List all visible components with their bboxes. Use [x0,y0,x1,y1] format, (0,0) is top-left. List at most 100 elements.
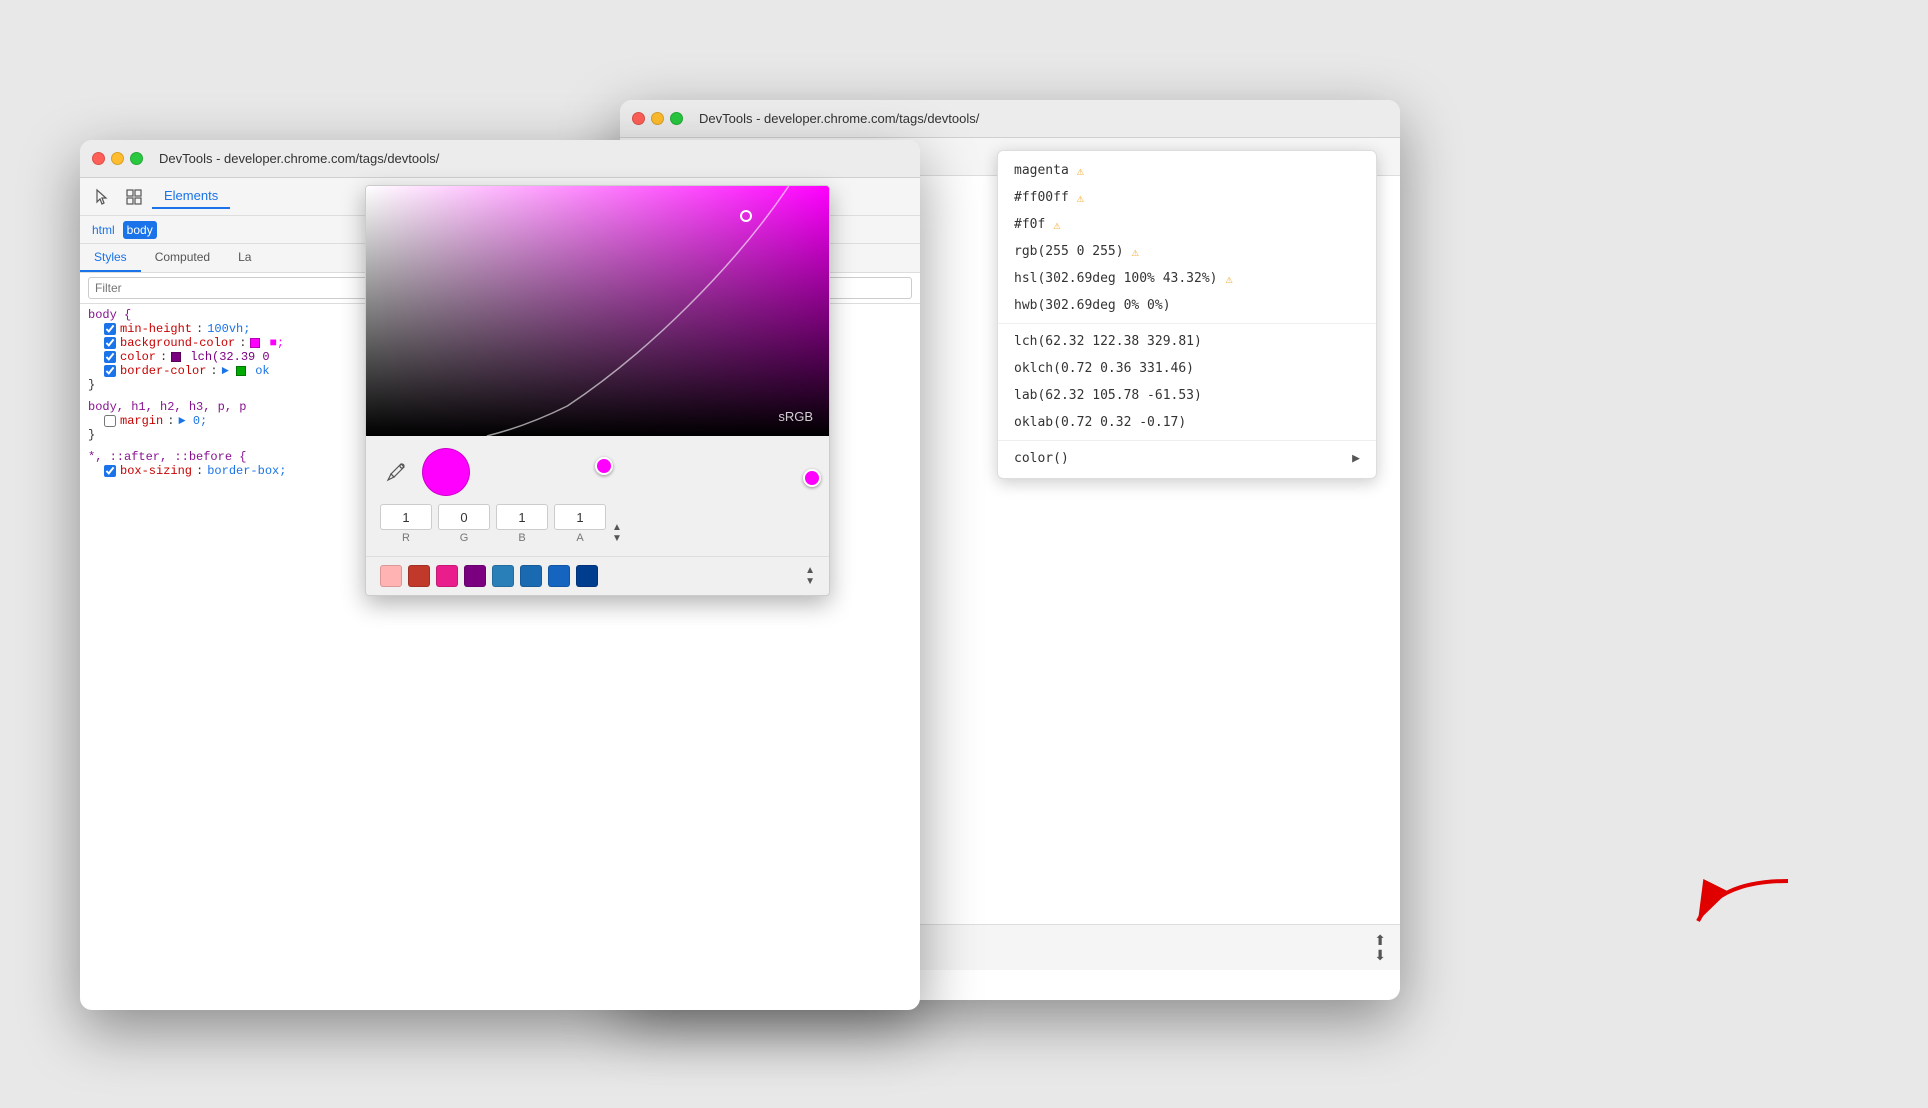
prop-name-color: color [120,350,156,364]
checkbox-box-sizing[interactable] [104,465,116,477]
format-label-lab: lab(62.32 105.78 -61.53) [1014,388,1202,403]
swatch-8[interactable] [576,565,598,587]
color-spectrum[interactable]: sRGB [366,186,829,436]
format-label-lch: lch(62.32 122.38 329.81) [1014,334,1202,349]
format-item-ff00ff[interactable]: #ff00ff ⚠ [998,184,1376,211]
window-title-back: DevTools - developer.chrome.com/tags/dev… [699,111,979,126]
format-item-f0f[interactable]: #f0f ⚠ [998,211,1376,238]
color-swatch-bg[interactable] [250,338,260,348]
traffic-lights-back[interactable] [632,112,683,125]
breadcrumb-html[interactable]: html [88,221,119,239]
format-label-oklch: oklch(0.72 0.36 331.46) [1014,361,1194,376]
maximize-button-back[interactable] [670,112,683,125]
tab-styles[interactable]: Styles [80,244,141,272]
inspect-icon[interactable] [120,183,148,211]
checkbox-color[interactable] [104,351,116,363]
color-swatches: ▲ ▼ [366,556,829,595]
swatch-6[interactable] [520,565,542,587]
format-label-oklab: oklab(0.72 0.32 -0.17) [1014,415,1186,430]
css-selector-body: body { [88,308,131,322]
swatch-1[interactable] [380,565,402,587]
spinner-down[interactable]: ▼ [612,534,622,544]
format-divider [998,323,1376,324]
picker-row-top [380,448,815,496]
checkbox-bg-color[interactable] [104,337,116,349]
titlebar-back: DevTools - developer.chrome.com/tags/dev… [620,100,1400,138]
picker-controls: R G B A ▲ ▼ [366,436,829,556]
format-divider-2 [998,440,1376,441]
swatch-scroll-down[interactable]: ▼ [805,577,815,587]
prop-value-margin: ► 0; [178,414,207,428]
color-swatch-border[interactable] [236,366,246,376]
swatch-4[interactable] [464,565,486,587]
format-item-color[interactable]: color() ▶ [998,445,1376,472]
srgb-label: sRGB [778,409,813,424]
tab-la[interactable]: La [224,244,265,272]
cursor-icon[interactable] [88,183,116,211]
input-group-b: B [496,504,548,544]
format-item-lch[interactable]: lch(62.32 122.38 329.81) [998,328,1376,355]
prop-value-min-height: 100vh; [207,322,250,336]
swatch-scroll-up[interactable]: ▲ [805,566,815,576]
format-label-hsl: hsl(302.69deg 100% 43.32%) [1014,271,1218,286]
swatch-spinner-back[interactable]: ⬆ ⬇ [1374,933,1386,962]
format-item-oklch[interactable]: oklch(0.72 0.36 331.46) [998,355,1376,382]
swatch-2[interactable] [408,565,430,587]
label-r: R [402,532,410,544]
warn-icon-ff00ff: ⚠ [1077,191,1084,205]
swatch-3[interactable] [436,565,458,587]
prop-name-box-sizing: box-sizing [120,464,192,478]
tab-computed[interactable]: Computed [141,244,224,272]
checkbox-min-height[interactable] [104,323,116,335]
format-label-hwb: hwb(302.69deg 0% 0%) [1014,298,1171,313]
minimize-button-front[interactable] [111,152,124,165]
swatch-5[interactable] [492,565,514,587]
prop-name-border: border-color [120,364,206,378]
breadcrumb-body[interactable]: body [123,221,157,239]
color-preview [422,448,470,496]
spinner-up[interactable]: ▲ [612,523,622,533]
input-group-g: G [438,504,490,544]
input-a[interactable] [554,504,606,530]
format-item-hsl[interactable]: hsl(302.69deg 100% 43.32%) ⚠ [998,265,1376,292]
input-g[interactable] [438,504,490,530]
label-b: B [518,532,525,544]
eyedropper-button[interactable] [380,456,412,488]
tab-elements[interactable]: Elements [152,184,230,209]
format-item-magenta[interactable]: magenta ⚠ [998,157,1376,184]
swatch-7[interactable] [548,565,570,587]
checkbox-margin[interactable] [104,415,116,427]
spectrum-cursor[interactable] [740,210,752,222]
alpha-thumb[interactable] [803,469,821,487]
red-arrow [1678,861,1798,946]
color-swatch-color[interactable] [171,352,181,362]
prop-value-border: ► ok [222,364,270,378]
swatch-scroll[interactable]: ▲ ▼ [805,566,815,587]
maximize-button-front[interactable] [130,152,143,165]
colon-min-height: : [196,322,203,336]
picker-inputs: R G B A ▲ ▼ [380,504,815,544]
prop-name-bg: background-color [120,336,235,350]
input-spinner[interactable]: ▲ ▼ [612,523,622,544]
format-label-ff00ff: #ff00ff [1014,190,1069,205]
format-item-lab[interactable]: lab(62.32 105.78 -61.53) [998,382,1376,409]
label-g: G [460,532,469,544]
format-item-oklab[interactable]: oklab(0.72 0.32 -0.17) [998,409,1376,436]
css-selector-headings: body, h1, h2, h3, p, p [88,400,246,414]
input-r[interactable] [380,504,432,530]
color-format-dropdown: magenta ⚠ #ff00ff ⚠ #f0f ⚠ rgb(255 0 255… [997,150,1377,479]
close-button-front[interactable] [92,152,105,165]
traffic-lights-front[interactable] [92,152,143,165]
input-group-r: R [380,504,432,544]
format-item-rgb[interactable]: rgb(255 0 255) ⚠ [998,238,1376,265]
hue-thumb[interactable] [595,457,613,475]
color-picker-popup: sRGB [365,185,830,596]
checkbox-border[interactable] [104,365,116,377]
format-item-hwb[interactable]: hwb(302.69deg 0% 0%) [998,292,1376,319]
prop-name-min-height: min-height [120,322,192,336]
close-button-back[interactable] [632,112,645,125]
format-label-magenta: magenta [1014,163,1069,178]
format-label-f0f: #f0f [1014,217,1045,232]
input-b[interactable] [496,504,548,530]
minimize-button-back[interactable] [651,112,664,125]
